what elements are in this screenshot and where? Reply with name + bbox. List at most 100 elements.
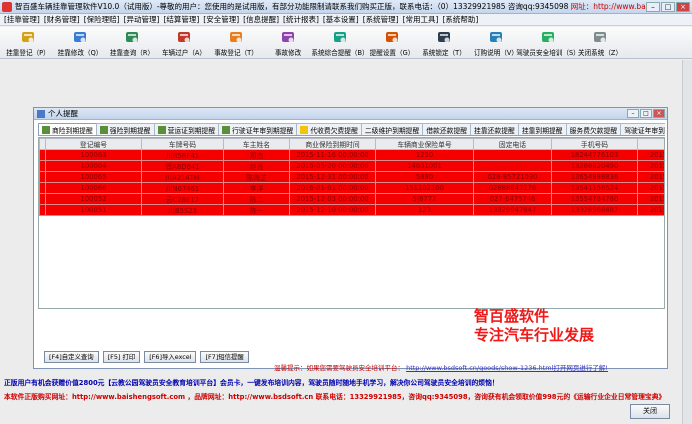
- table-cell: 2015: [637, 160, 664, 172]
- watermark-line-1: 智百盛软件: [474, 307, 550, 325]
- table-row[interactable]: 100066 川N67461 李洋 2016-01-01 00:00:00 151102…: [39, 182, 664, 194]
- table-cell: 028-85721030: [473, 171, 552, 183]
- window-icon: [37, 109, 45, 118]
- toolbar-button[interactable]: 挂靠登记（P）: [2, 27, 54, 58]
- tab-reminder[interactable]: 借款还款提醒: [422, 123, 472, 135]
- maximize-button[interactable]: □: [661, 1, 675, 12]
- menu-item[interactable]: [系统管理]: [363, 14, 399, 25]
- menu-item[interactable]: [基本设置]: [323, 14, 359, 25]
- column-header[interactable]: 固定电话: [473, 138, 552, 150]
- toolbar-button[interactable]: 提醒设置（G）: [366, 27, 418, 58]
- tab-reminder[interactable]: 行驶证年审到期提醒: [218, 123, 298, 135]
- toolbar-button[interactable]: 车辆过户（A）: [158, 27, 210, 58]
- tab-reminder[interactable]: 驾驶证年审到: [620, 123, 665, 135]
- tab-reminder[interactable]: 挂靠到期提醒: [517, 123, 567, 135]
- table-row[interactable]: 100065 川A214TM 陈海芝 2015-12-31 00:00:00 5880 0…: [39, 171, 664, 183]
- column-header[interactable]: 商业保险到期时间: [289, 138, 376, 150]
- tab-label: 二级维护到期提醒: [364, 127, 420, 135]
- child-close-button[interactable]: ×: [653, 109, 665, 118]
- table-cell: 123: [375, 204, 474, 216]
- column-header[interactable]: 手机号码: [551, 138, 638, 150]
- column-header[interactable]: 车牌号码: [141, 138, 224, 150]
- tab-label: 借款还款提醒: [426, 127, 468, 135]
- table-row[interactable]: 100063 川R5RF41 邓杰 2015-11-16 00:00:00 1250 18…: [39, 149, 664, 161]
- toolbar-label: 提醒设置（G）: [369, 49, 415, 57]
- tab-reminder[interactable]: 营运证到期提醒: [153, 123, 220, 135]
- child-minimize-button[interactable]: –: [627, 109, 639, 118]
- lock-icon: [436, 29, 452, 45]
- tab-reminder[interactable]: 代收费欠费提醒: [296, 123, 362, 135]
- table-cell: 100064: [45, 160, 142, 172]
- toolbar-label: 订购说明（V）: [473, 49, 519, 57]
- menu-item[interactable]: [异动管理]: [124, 14, 160, 25]
- tab-reminder[interactable]: 二级维护到期提醒: [360, 123, 424, 135]
- toolbar-button[interactable]: 驾驶员安全培训（S）: [516, 27, 580, 58]
- title-main: 智百盛车辆挂靠管理软件V10.0（试用版）-尊敬的用户：您使用的是试用版，有部分…: [15, 2, 569, 11]
- reminder-grid[interactable]: 登记编号 车牌号码 车主姓名 商业保险到期时间 车辆商业保险单号 固定电话 手机号码 100…: [38, 137, 665, 309]
- doc-icon: [42, 126, 50, 134]
- column-header[interactable]: 车主姓名: [223, 138, 290, 150]
- table-row[interactable]: 100052 云C28E17 陈二 2015-12-03 00:00:00 5|6777…: [39, 193, 664, 205]
- close-window-button[interactable]: ×: [676, 1, 690, 12]
- table-cell: 13541156524: [551, 182, 638, 194]
- action-button[interactable]: [F5] 打印: [102, 351, 141, 363]
- menu-item[interactable]: [常用工具]: [403, 14, 439, 25]
- toolbar-label: 系统综合提醒（B）: [311, 49, 369, 57]
- table-cell: 赵亮: [223, 160, 290, 172]
- tab-label: 挂靠到期提醒: [521, 127, 563, 135]
- column-header[interactable]: 车辆商业保险单号: [375, 138, 474, 150]
- menu-item[interactable]: [财务管理]: [44, 14, 80, 25]
- tab-label: 商险到期提醒: [52, 127, 93, 135]
- reminder-actions: [F4]自定义查询 [F5] 打印 [F6]导入excel [F7]短信提醒: [44, 351, 249, 363]
- table-cell: 陈海芝: [223, 171, 290, 183]
- minimize-button[interactable]: –: [646, 1, 660, 12]
- toolbar-button[interactable]: 事故登记（T）: [210, 27, 262, 58]
- toolbar-label: 挂靠登记（P）: [6, 49, 50, 57]
- table-cell: 027-8475746: [473, 193, 552, 205]
- toolbar-button[interactable]: 系统综合提醒（B）: [311, 27, 369, 58]
- toolbar-button[interactable]: 事故修改: [262, 27, 314, 58]
- action-button[interactable]: [F7]短信提醒: [200, 351, 249, 363]
- toolbar-button[interactable]: 关闭系统（Z）: [574, 27, 626, 58]
- bell-settings-icon: [384, 29, 400, 45]
- tab-reminder[interactable]: 商险到期提醒: [38, 123, 97, 135]
- table-cell: 川A214TM: [141, 171, 224, 183]
- table-cell: 5|6777: [375, 193, 474, 205]
- menu-item[interactable]: [信息提醒]: [243, 14, 279, 25]
- folder-plus-icon: [20, 29, 36, 45]
- column-header[interactable]: 登记编号: [45, 138, 142, 150]
- toolbar-button[interactable]: 挂靠查询（R）: [106, 27, 158, 58]
- grid-header-row: 登记编号 车牌号码 车主姓名 商业保险到期时间 车辆商业保险单号 固定电话 手机号码: [39, 138, 664, 150]
- menu-item[interactable]: [挂靠管理]: [4, 14, 40, 25]
- tab-reminder[interactable]: 服务费欠款提醒: [565, 123, 622, 135]
- table-cell: 5880: [375, 171, 474, 183]
- table-cell: 100066: [45, 182, 142, 194]
- action-button[interactable]: [F6]导入excel: [144, 351, 197, 363]
- column-header[interactable]: [637, 138, 664, 150]
- workspace-scrollbar[interactable]: [682, 60, 692, 424]
- app-logo-icon: [2, 1, 12, 12]
- table-cell: 陈一: [223, 204, 290, 216]
- accident-edit-icon: [280, 29, 296, 45]
- toolbar-button[interactable]: 系统锁定（T）: [418, 27, 470, 58]
- table-row[interactable]: 100064 晋A8D641 赵亮 2015-05-20 00:00:00 146010…: [39, 160, 664, 172]
- hint-link[interactable]: http://www.bsdsoft.cn/goods/show-1236.ht…: [406, 364, 608, 372]
- tab-label: 服务费欠款提醒: [569, 127, 618, 135]
- tab-label: 驾驶证年审到: [624, 127, 665, 135]
- tab-reminder[interactable]: 强险到期提醒: [95, 123, 155, 135]
- toolbar-label: 系统锁定（T）: [422, 49, 466, 57]
- action-button[interactable]: [F4]自定义查询: [44, 351, 99, 363]
- menu-item[interactable]: [系统帮助]: [442, 14, 478, 25]
- close-button[interactable]: 关闭: [630, 404, 670, 419]
- tab-reminder[interactable]: 挂靠还款提醒: [470, 123, 519, 135]
- toolbar-button[interactable]: 订购说明（V）: [470, 27, 522, 58]
- menu-item[interactable]: [安全管理]: [203, 14, 239, 25]
- promo-line: 正版用户有机会获赠价值2800元【云教公园驾驶员安全教育培训平台】会员卡，一键发…: [4, 379, 499, 387]
- menu-item[interactable]: [保险理赔]: [84, 14, 120, 25]
- menu-item[interactable]: [结算管理]: [163, 14, 199, 25]
- child-maximize-button[interactable]: □: [640, 109, 652, 118]
- table-row[interactable]: 100051 川B5S23 陈一 2015-12-10 00:00:00 123 1332…: [39, 204, 664, 216]
- magnifier-icon: [124, 29, 140, 45]
- toolbar-button[interactable]: 挂靠修改（Q）: [54, 27, 106, 58]
- menu-item[interactable]: [统计报表]: [283, 14, 319, 25]
